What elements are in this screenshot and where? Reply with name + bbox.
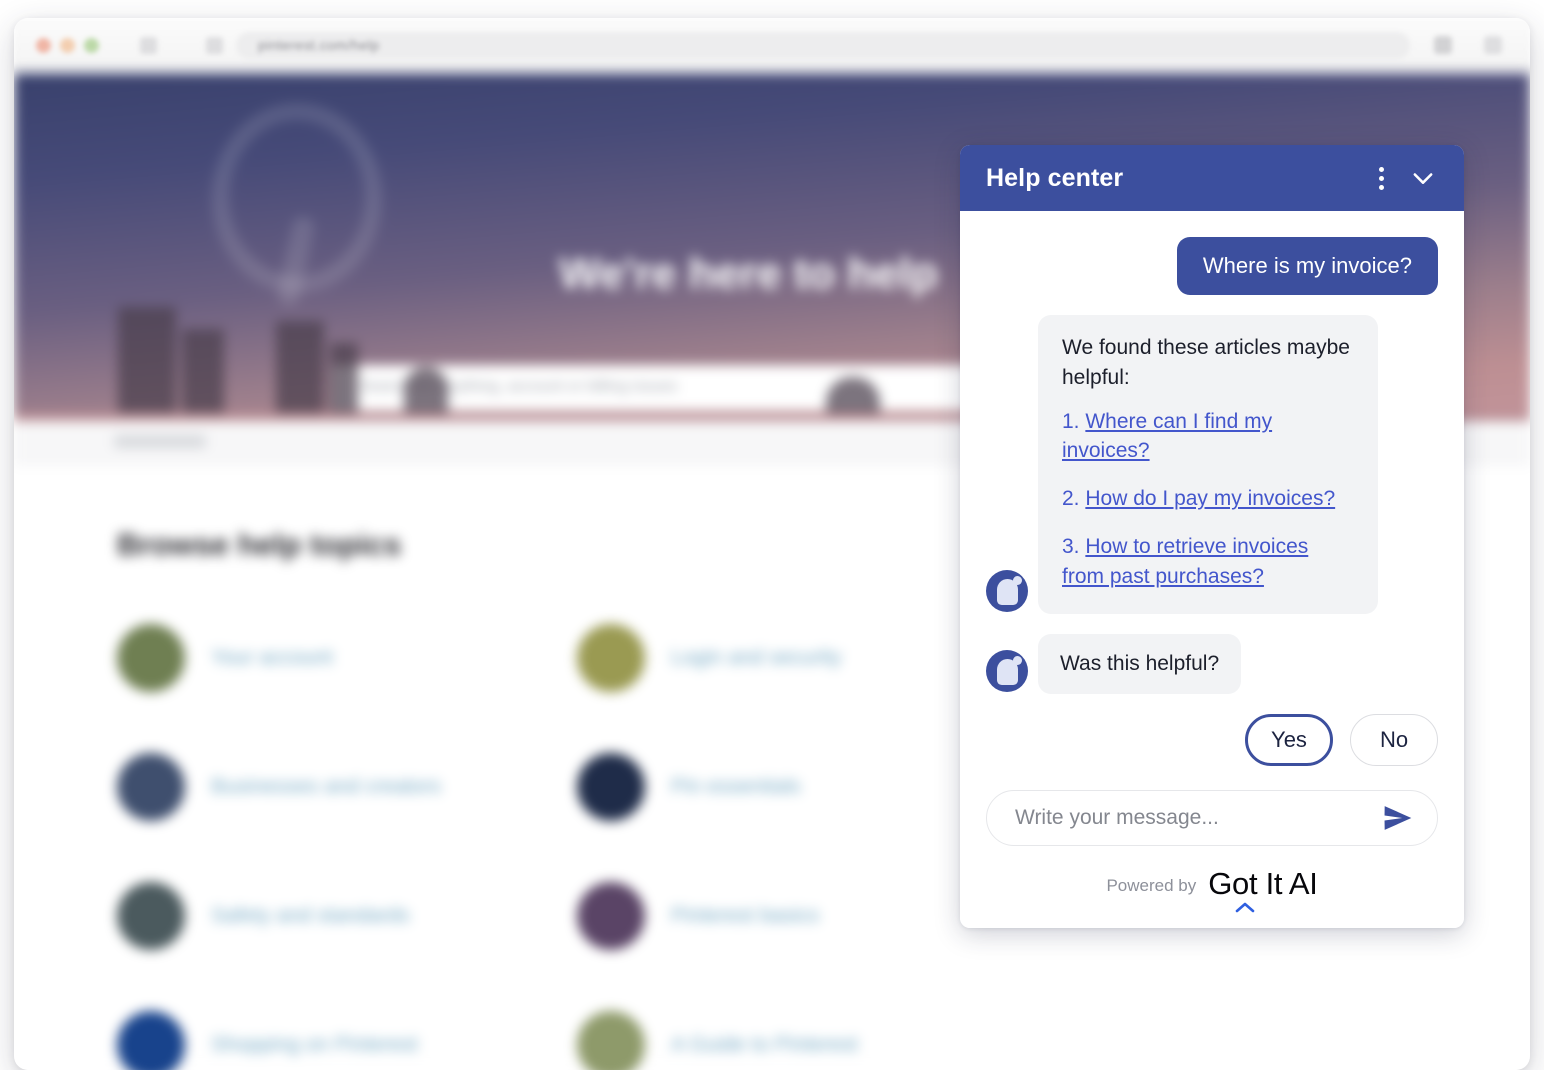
user-message-bubble: Where is my invoice?	[1176, 237, 1438, 295]
feedback-buttons: Yes No	[986, 713, 1438, 766]
powered-by-footer: Powered by Got It AI	[986, 866, 1438, 928]
topic-avatar-icon	[577, 881, 645, 950]
maximize-window-button[interactable]	[84, 38, 99, 53]
article-suggestion-list: 1. Where can I find my invoices? 2. How …	[1062, 407, 1354, 592]
page-title: Browse help topics	[117, 527, 402, 562]
chat-composer	[986, 789, 1438, 846]
chat-message-bot-feedback: Was this helpful?	[986, 633, 1438, 694]
list-item[interactable]: Businesses and creators	[117, 722, 577, 851]
list-item: 2. How do I pay my invoices?	[1062, 484, 1354, 514]
screenshot-root: pinterest.com/help We're here to help Se…	[0, 0, 1544, 1070]
list-item[interactable]: Shopping on Pinterest	[117, 980, 577, 1070]
list-item-label: Login and security	[671, 645, 842, 669]
chat-title: Help center	[986, 163, 1124, 192]
brand-text: Got It AI	[1208, 865, 1318, 901]
profile-icon[interactable]	[1484, 36, 1502, 54]
bot-intro-text: We found these articles maybe helpful:	[1062, 336, 1350, 389]
feedback-prompt-text: Was this helpful?	[1060, 651, 1220, 675]
got-it-ai-logo: Got It AI	[1208, 865, 1318, 912]
extensions-icon[interactable]	[1434, 36, 1452, 54]
message-input[interactable]	[1015, 805, 1381, 830]
breadcrumb-item[interactable]	[114, 435, 206, 448]
collapse-chevron-icon[interactable]	[1402, 157, 1444, 199]
list-item-label: Pinterest basics	[671, 903, 820, 927]
forward-button[interactable]	[206, 37, 223, 54]
list-item[interactable]: Your account	[117, 593, 577, 722]
back-button[interactable]	[140, 37, 157, 54]
chat-message-list: Where is my invoice? We found these arti…	[960, 211, 1464, 928]
article-number: 2.	[1062, 487, 1080, 511]
list-item-label: Your account	[211, 645, 333, 669]
list-item[interactable]: Safety and standards	[117, 851, 577, 980]
address-bar[interactable]: pinterest.com/help	[236, 32, 1410, 59]
topic-avatar-icon	[577, 1010, 645, 1070]
more-options-icon[interactable]	[1360, 157, 1402, 199]
pinterest-logo-icon	[212, 103, 382, 293]
feedback-prompt-bubble: Was this helpful?	[1038, 633, 1242, 694]
bot-message-bubble: We found these articles maybe helpful: 1…	[1038, 315, 1378, 614]
list-item: 1. Where can I find my invoices?	[1062, 407, 1354, 467]
article-number: 3.	[1062, 535, 1080, 559]
topic-avatar-icon	[117, 881, 185, 950]
list-item: 3. How to retrieve invoices from past pu…	[1062, 532, 1354, 592]
help-center-chat-widget: Help center Where is my invoice? We foun…	[960, 145, 1464, 928]
article-link[interactable]: How do I pay my invoices?	[1085, 487, 1335, 510]
chat-message-bot-articles: We found these articles maybe helpful: 1…	[986, 315, 1438, 614]
window-traffic-lights[interactable]	[36, 38, 99, 53]
browser-chrome: pinterest.com/help	[14, 18, 1530, 73]
topic-avatar-icon	[577, 752, 645, 821]
bot-avatar-icon	[986, 649, 1028, 692]
brand-caret-icon	[1235, 902, 1255, 912]
list-item-label: Shopping on Pinterest	[211, 1032, 418, 1056]
send-paper-plane-icon[interactable]	[1381, 801, 1415, 835]
chat-header: Help center	[960, 145, 1464, 211]
list-item[interactable]: A Guide to Pinterest	[577, 980, 1037, 1070]
topic-avatar-icon	[117, 623, 185, 692]
list-item-label: Pin essentials	[671, 774, 801, 798]
list-item-label: Businesses and creators	[211, 774, 441, 798]
article-link[interactable]: Where can I find my invoices?	[1062, 410, 1272, 463]
chat-message-user: Where is my invoice?	[986, 237, 1438, 295]
article-number: 1.	[1062, 409, 1080, 433]
powered-by-label: Powered by	[1106, 875, 1197, 895]
feedback-no-button[interactable]: No	[1350, 713, 1438, 766]
close-window-button[interactable]	[36, 38, 51, 53]
topic-avatar-icon	[577, 623, 645, 692]
feedback-yes-button[interactable]: Yes	[1245, 713, 1333, 766]
topic-avatar-icon	[117, 752, 185, 821]
list-item-label: A Guide to Pinterest	[671, 1032, 858, 1056]
topic-avatar-icon	[117, 1010, 185, 1070]
bot-avatar-icon	[986, 569, 1028, 612]
address-bar-url: pinterest.com/help	[258, 37, 380, 53]
hero-title: We're here to help	[559, 249, 938, 298]
minimize-window-button[interactable]	[60, 38, 75, 53]
list-item-label: Safety and standards	[211, 903, 410, 927]
article-link[interactable]: How to retrieve invoices from past purch…	[1062, 535, 1308, 588]
